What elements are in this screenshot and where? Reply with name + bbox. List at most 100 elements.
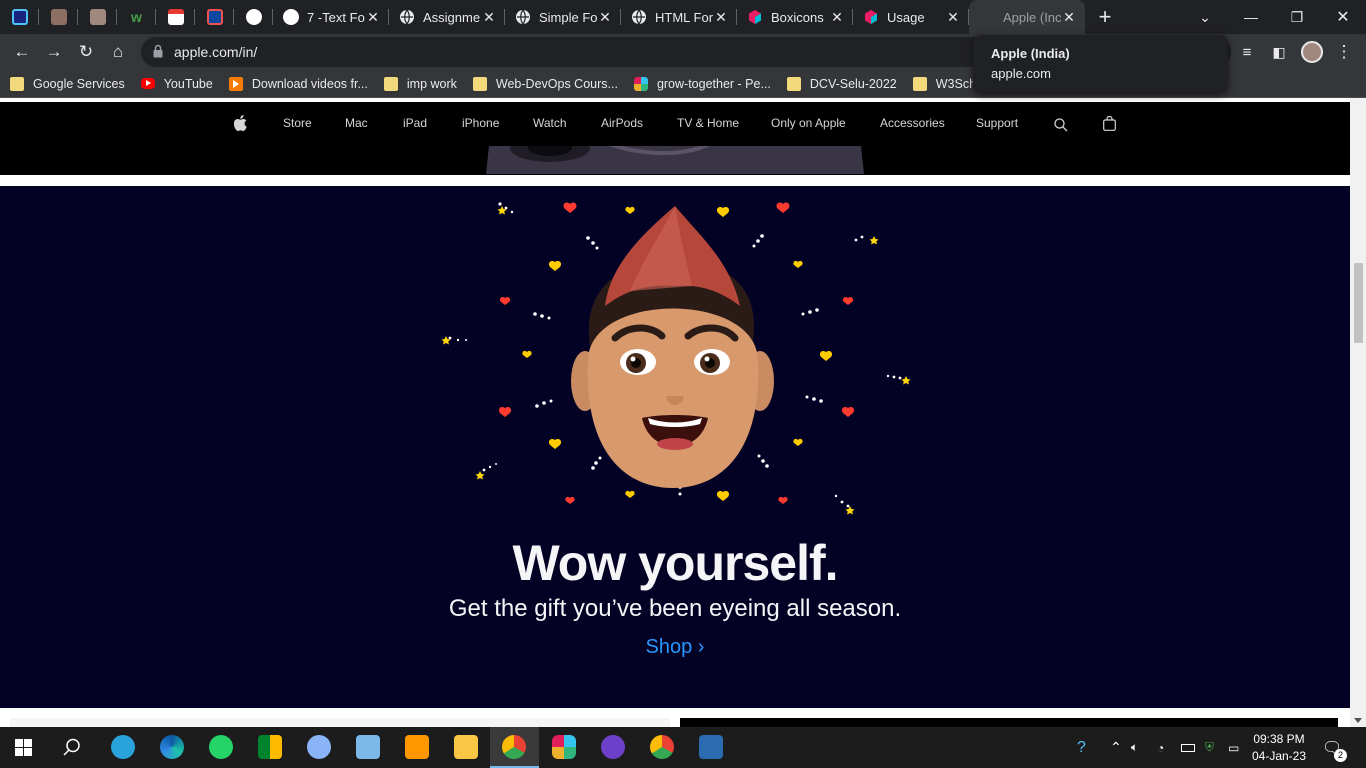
- tab[interactable]: Simple Fo ✕: [505, 0, 621, 34]
- youtube-icon: [140, 78, 155, 89]
- dark-app-icon: [206, 9, 223, 25]
- folder-icon: [10, 76, 24, 91]
- close-icon[interactable]: ✕: [945, 9, 961, 26]
- next-tile-left: [10, 718, 670, 727]
- help-icon[interactable]: ?: [1077, 727, 1086, 768]
- apple-global-nav: Store Mac iPad iPhone Watch AirPods TV &…: [0, 102, 1350, 146]
- bookmark[interactable]: imp work: [383, 76, 457, 91]
- close-icon[interactable]: ✕: [365, 9, 381, 26]
- bookmark[interactable]: YouTube: [140, 77, 213, 91]
- page-scrollbar[interactable]: [1350, 98, 1366, 727]
- hero-banner: Wow yourself. Get the gift you’ve been e…: [0, 186, 1350, 708]
- forward-button[interactable]: →: [40, 38, 68, 66]
- security-shield-icon[interactable]: ⛨: [1205, 727, 1214, 768]
- bookmark[interactable]: Download videos fr...: [228, 76, 368, 91]
- hover-card-domain: apple.com: [991, 66, 1051, 81]
- back-button[interactable]: ←: [8, 38, 36, 66]
- shop-link[interactable]: Shop ›: [0, 636, 1350, 659]
- home-button[interactable]: ⌂: [104, 38, 132, 66]
- telegram-icon[interactable]: [111, 735, 135, 759]
- nav-item-store[interactable]: Store: [283, 116, 312, 130]
- slack-icon[interactable]: [552, 735, 576, 759]
- tab[interactable]: 7 -Text Fo ✕: [273, 0, 389, 34]
- bronze-tile-icon: [89, 9, 106, 25]
- tab-search-chevron-icon[interactable]: ⌄: [1182, 0, 1228, 34]
- nav-item-watch[interactable]: Watch: [533, 116, 567, 130]
- folder-icon: [472, 76, 487, 91]
- apple-logo-icon[interactable]: [234, 115, 247, 131]
- nav-item-support[interactable]: Support: [976, 116, 1018, 130]
- github-desktop-icon[interactable]: [601, 735, 625, 759]
- clock[interactable]: 09:38 PM 04-Jan-23: [1250, 727, 1308, 768]
- wifi-icon[interactable]: ◔: [1157, 727, 1164, 768]
- network-icon[interactable]: ▭: [1228, 727, 1239, 768]
- pinned-tab[interactable]: [234, 0, 273, 34]
- restore-button[interactable]: ❐: [1274, 0, 1320, 34]
- tab-active[interactable]: Apple (Inc ✕: [969, 0, 1085, 34]
- show-hidden-icons-chevron[interactable]: ⌃: [1110, 727, 1122, 768]
- pinned-tab[interactable]: [78, 0, 117, 34]
- search-icon[interactable]: [1054, 118, 1068, 132]
- close-icon[interactable]: ✕: [829, 9, 845, 26]
- chrome-icon[interactable]: [650, 735, 674, 759]
- nav-item-only-on-apple[interactable]: Only on Apple: [771, 116, 846, 130]
- edge-icon[interactable]: [160, 735, 184, 759]
- hover-card-title: Apple (India): [991, 46, 1070, 61]
- volume-icon[interactable]: 🔈︎: [1131, 727, 1138, 768]
- close-icon[interactable]: ✕: [713, 9, 729, 26]
- scrollbar-thumb[interactable]: [1354, 263, 1363, 343]
- tab[interactable]: Usage ✕: [853, 0, 969, 34]
- bookmark[interactable]: Google Services: [10, 76, 125, 91]
- new-tab-button[interactable]: +: [1085, 0, 1125, 34]
- bag-icon[interactable]: [1103, 116, 1116, 131]
- file-explorer-icon[interactable]: [454, 735, 478, 759]
- pinned-tab[interactable]: [0, 0, 39, 34]
- close-icon[interactable]: ✕: [597, 9, 613, 26]
- profile-avatar[interactable]: [1298, 38, 1326, 66]
- photos-icon[interactable]: [699, 735, 723, 759]
- bookmark[interactable]: grow-together - Pe...: [633, 76, 771, 91]
- tab[interactable]: HTML For ✕: [621, 0, 737, 34]
- close-window-button[interactable]: ✕: [1320, 0, 1366, 34]
- google-meet-icon[interactable]: [258, 735, 282, 759]
- sublime-text-icon[interactable]: [405, 735, 429, 759]
- minimize-button[interactable]: —: [1228, 0, 1274, 34]
- whatsapp-icon[interactable]: [209, 735, 233, 759]
- nav-item-airpods[interactable]: AirPods: [601, 116, 643, 130]
- close-icon[interactable]: ✕: [1061, 9, 1077, 26]
- notepad-icon[interactable]: [356, 735, 380, 759]
- cube-icon: [863, 9, 879, 25]
- battery-icon[interactable]: [1181, 727, 1195, 768]
- windows-start-icon[interactable]: [15, 739, 32, 756]
- bookmark[interactable]: DCV-Selu-2022: [786, 76, 897, 91]
- paint-icon[interactable]: [307, 735, 331, 759]
- bookmark-label: DCV-Selu-2022: [809, 76, 897, 91]
- nav-item-accessories[interactable]: Accessories: [880, 116, 945, 130]
- pinned-tab[interactable]: [156, 0, 195, 34]
- pinned-tab[interactable]: w: [117, 0, 156, 34]
- w-logo-icon: w: [131, 9, 142, 25]
- scroll-down-arrow-icon[interactable]: [1354, 718, 1362, 723]
- nav-item-mac[interactable]: Mac: [345, 116, 368, 130]
- tab[interactable]: Boxicons ✕: [737, 0, 853, 34]
- tab[interactable]: Assignme ✕: [389, 0, 505, 34]
- bookmark-label: Download videos fr...: [251, 76, 368, 91]
- reload-button[interactable]: ↻: [72, 38, 100, 66]
- reading-list-icon[interactable]: ≡: [1233, 38, 1261, 66]
- calendar-icon: [167, 9, 184, 25]
- nav-item-tv-home[interactable]: TV & Home: [677, 116, 739, 130]
- menu-icon[interactable]: ⋮: [1330, 38, 1358, 66]
- globe-icon: [515, 9, 531, 25]
- close-icon[interactable]: ✕: [481, 9, 497, 26]
- iphone-camera-image: [486, 146, 864, 174]
- nav-item-ipad[interactable]: iPad: [403, 116, 427, 130]
- pinned-tab[interactable]: [39, 0, 78, 34]
- bookmark-label: grow-together - Pe...: [656, 76, 771, 91]
- bookmark[interactable]: Web-DevOps Cours...: [472, 76, 618, 91]
- pinned-tab[interactable]: [195, 0, 234, 34]
- chrome-profile-icon[interactable]: [502, 735, 526, 759]
- download-icon: [228, 76, 243, 91]
- search-icon[interactable]: [63, 738, 81, 756]
- side-panel-icon[interactable]: ◧: [1265, 38, 1293, 66]
- nav-item-iphone[interactable]: iPhone: [462, 116, 499, 130]
